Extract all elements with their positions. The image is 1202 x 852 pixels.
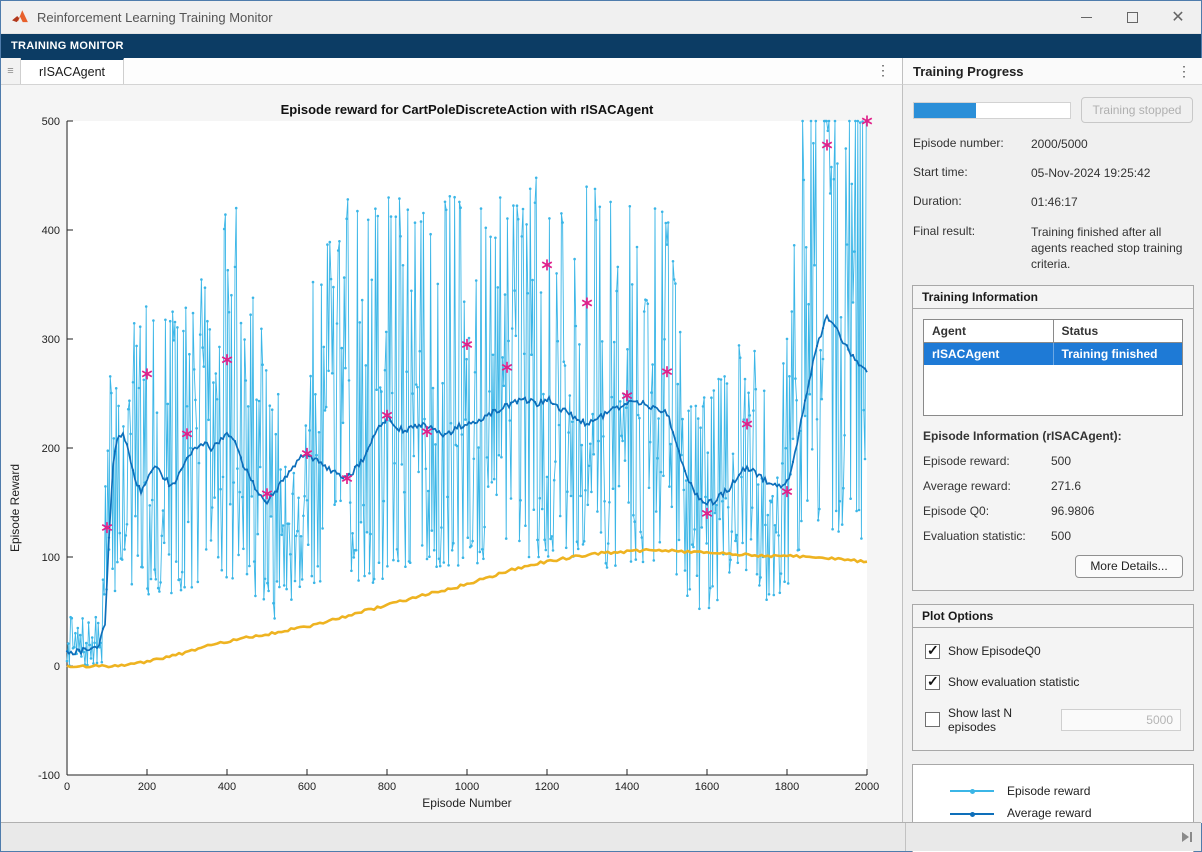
- average-reward-swatch-icon: [949, 813, 995, 815]
- svg-text:Episode Number: Episode Number: [422, 796, 511, 810]
- legend-episode-reward: Episode reward: [919, 784, 1187, 800]
- ribbon-tab-training-monitor[interactable]: TRAINING MONITOR: [11, 40, 124, 52]
- svg-text:1400: 1400: [615, 781, 639, 793]
- show-last-n-episodes-checkbox[interactable]: [925, 712, 940, 727]
- training-information-section: Training Information Agent Status rISACA…: [912, 285, 1194, 591]
- option-show-episodeq0[interactable]: Show EpisodeQ0: [925, 644, 1181, 659]
- average-reward-row: Average reward: 271.6: [923, 479, 1183, 493]
- panel-options-kebab-icon[interactable]: ⋮: [1177, 64, 1191, 78]
- svg-text:100: 100: [42, 552, 60, 564]
- option-show-last-n-episodes[interactable]: Show last N episodes: [925, 706, 1181, 734]
- training-progress-header: Training Progress ⋮: [902, 58, 1202, 85]
- training-progress-panel: Training stopped Episode number: 2000/50…: [902, 85, 1202, 823]
- svg-text:200: 200: [138, 781, 156, 793]
- option-show-evaluation-statistic[interactable]: Show evaluation statistic: [925, 675, 1181, 690]
- svg-text:Episode reward for CartPoleDis: Episode reward for CartPoleDiscreteActio…: [281, 102, 654, 117]
- svg-text:1000: 1000: [455, 781, 479, 793]
- svg-text:600: 600: [298, 781, 316, 793]
- title-bar: Reinforcement Learning Training Monitor …: [1, 1, 1201, 34]
- show-evaluation-statistic-checkbox[interactable]: [925, 675, 940, 690]
- more-details-button[interactable]: More Details...: [1075, 555, 1183, 578]
- svg-text:300: 300: [42, 334, 60, 346]
- collapse-panel-icon[interactable]: [1182, 832, 1192, 842]
- status-cell[interactable]: Training finished: [1053, 343, 1183, 366]
- field-start-time: Start time: 05-Nov-2024 19:25:42: [913, 165, 1193, 181]
- final-result-value: Training finished after all agents reach…: [1031, 224, 1193, 273]
- start-time-value: 05-Nov-2024 19:25:42: [1031, 165, 1193, 181]
- svg-text:0: 0: [64, 781, 70, 793]
- svg-text:1200: 1200: [535, 781, 559, 793]
- tab-strip: ≡ rISACAgent ⋮: [1, 58, 902, 85]
- svg-text:1800: 1800: [775, 781, 799, 793]
- window-title: Reinforcement Learning Training Monitor: [37, 10, 273, 25]
- column-agent[interactable]: Agent: [924, 320, 1054, 343]
- svg-text:500: 500: [42, 116, 60, 128]
- ribbon-bar: TRAINING MONITOR: [1, 34, 1201, 58]
- svg-text:Episode Reward: Episode Reward: [8, 464, 22, 552]
- table-row[interactable]: rISACAgent Training finished: [924, 343, 1183, 366]
- episode-q0-value: 96.9806: [1051, 504, 1094, 518]
- matlab-logo-icon: [11, 8, 29, 26]
- training-stopped-button: Training stopped: [1081, 97, 1193, 123]
- training-progress-bar: [913, 102, 1071, 119]
- plot-options-section: Plot Options Show EpisodeQ0 Show evaluat…: [912, 604, 1194, 751]
- tab-risacagent[interactable]: rISACAgent: [21, 58, 124, 84]
- agent-status-table[interactable]: Agent Status rISACAgent Training finishe…: [923, 319, 1183, 416]
- episode-number-value: 2000/5000: [1031, 136, 1193, 152]
- episode-reward-row: Episode reward: 500: [923, 454, 1183, 468]
- app-window: Reinforcement Learning Training Monitor …: [0, 0, 1202, 852]
- svg-text:400: 400: [218, 781, 236, 793]
- drag-grip-icon[interactable]: ≡: [1, 58, 21, 84]
- maximize-button[interactable]: [1109, 1, 1155, 34]
- evaluation-statistic-row: Evaluation statistic: 500: [923, 529, 1183, 543]
- svg-text:2000: 2000: [855, 781, 879, 793]
- plot-options-title: Plot Options: [913, 605, 1193, 628]
- episode-q0-row: Episode Q0: 96.9806: [923, 504, 1183, 518]
- svg-text:200: 200: [42, 443, 60, 455]
- field-duration: Duration: 01:46:17: [913, 194, 1193, 210]
- field-final-result: Final result: Training finished after al…: [913, 224, 1193, 273]
- training-information-title: Training Information: [913, 286, 1193, 309]
- panel-title: Training Progress: [913, 64, 1024, 79]
- minimize-button[interactable]: [1063, 1, 1109, 34]
- svg-text:1600: 1600: [695, 781, 719, 793]
- episode-reward-value: 500: [1051, 454, 1071, 468]
- evaluation-statistic-value: 500: [1051, 529, 1071, 543]
- average-reward-value: 271.6: [1051, 479, 1081, 493]
- column-status[interactable]: Status: [1053, 320, 1183, 343]
- episode-reward-chart[interactable]: Episode reward for CartPoleDiscreteActio…: [1, 85, 902, 823]
- chart-figure: Episode reward for CartPoleDiscreteActio…: [1, 85, 902, 823]
- svg-text:0: 0: [54, 661, 60, 673]
- status-bar: [1, 822, 1201, 851]
- field-episode-number: Episode number: 2000/5000: [913, 136, 1193, 152]
- tab-options-kebab-icon[interactable]: ⋮: [876, 63, 890, 77]
- svg-text:-100: -100: [38, 770, 60, 782]
- agent-cell[interactable]: rISACAgent: [924, 343, 1054, 366]
- last-n-episodes-input[interactable]: [1061, 709, 1181, 731]
- progress-fill: [914, 103, 976, 118]
- episode-information-title: Episode Information (rISACAgent):: [923, 429, 1183, 443]
- svg-text:400: 400: [42, 225, 60, 237]
- episode-reward-swatch-icon: [949, 790, 995, 792]
- duration-value: 01:46:17: [1031, 194, 1193, 210]
- svg-text:800: 800: [378, 781, 396, 793]
- legend-average-reward: Average reward: [919, 806, 1187, 822]
- show-episodeq0-checkbox[interactable]: [925, 644, 940, 659]
- close-button[interactable]: ✕: [1155, 1, 1201, 34]
